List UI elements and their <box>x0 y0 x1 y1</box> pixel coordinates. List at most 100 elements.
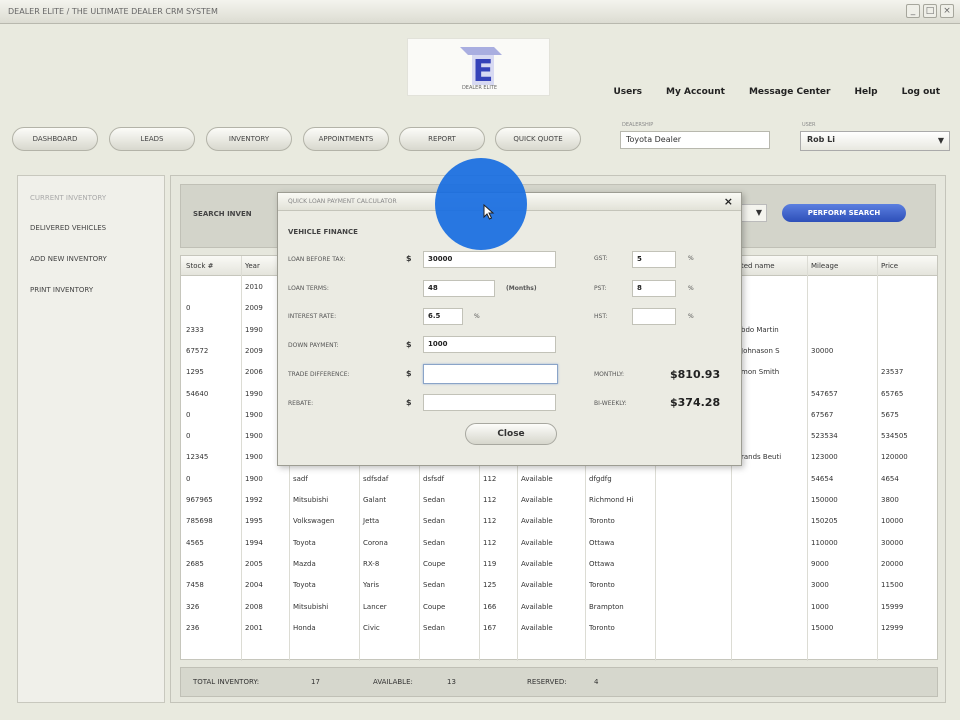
table-row[interactable]: 236 2001 Honda Civic Sedan 167 Available Toront… <box>181 624 937 638</box>
table-cell: 112 <box>483 538 497 547</box>
currency-symbol: $ <box>406 369 412 378</box>
table-cell: 2005 <box>245 559 263 568</box>
nav-quick-quote-button[interactable]: QUICK QUOTE <box>495 127 581 151</box>
loan-before-tax-label: LOAN BEFORE TAX: <box>288 256 346 263</box>
table-cell: 120000 <box>881 453 908 462</box>
nav-dashboard-button[interactable]: DASHBOARD <box>12 127 98 151</box>
table-cell: Toyota <box>293 538 316 547</box>
monthly-payment-value: $810.93 <box>670 368 721 381</box>
message-center-link[interactable]: Message Center <box>749 87 831 97</box>
help-link[interactable]: Help <box>854 87 877 97</box>
loan-before-tax-input[interactable]: 30000 <box>423 251 556 268</box>
sidebar-item-current-inventory[interactable]: CURRENT INVENTORY <box>30 194 106 202</box>
column-header[interactable]: Stock # <box>186 262 213 270</box>
hst-input[interactable] <box>632 308 676 325</box>
table-cell: 125 <box>483 581 497 590</box>
table-cell: 150000 <box>811 496 838 504</box>
users-link[interactable]: Users <box>613 87 642 97</box>
table-cell: 150205 <box>811 517 838 526</box>
title-bar: DEALER ELITE / THE ULTIMATE DEALER CRM S… <box>0 0 960 24</box>
my-account-link[interactable]: My Account <box>666 87 725 97</box>
sidebar-item-delivered-vehicles[interactable]: DELIVERED VEHICLES <box>30 224 106 232</box>
close-button[interactable]: Close <box>465 423 557 445</box>
gst-input[interactable]: 5 <box>632 251 676 268</box>
dialog-title: QUICK LOAN PAYMENT CALCULATOR <box>288 198 397 205</box>
maximize-icon[interactable]: □ <box>923 4 937 18</box>
table-cell: Toronto <box>589 517 615 526</box>
table-cell: 4654 <box>881 474 899 483</box>
table-cell: 2333 <box>186 325 204 334</box>
window-close-icon[interactable]: × <box>940 4 954 18</box>
column-header[interactable]: Year <box>245 262 260 270</box>
reserved-label: RESERVED: <box>527 678 567 686</box>
table-row[interactable]: 967965 1992 Mitsubishi Galant Sedan 112 Availa… <box>181 496 937 510</box>
minimize-icon[interactable]: _ <box>906 4 920 18</box>
dealership-field[interactable]: Toyota Dealer <box>620 131 770 149</box>
table-cell: 2001 <box>245 623 263 632</box>
trade-difference-input[interactable] <box>423 364 558 384</box>
table-cell: Mazda <box>293 559 316 568</box>
table-cell: 10000 <box>881 517 904 526</box>
table-row[interactable]: 7458 2004 Toyota Yaris Sedan 125 Available Toro… <box>181 581 937 595</box>
available-value: 13 <box>447 678 456 686</box>
table-cell: 3000 <box>811 581 829 590</box>
currency-symbol: $ <box>406 340 412 349</box>
pst-input[interactable]: 8 <box>632 280 676 297</box>
table-cell: 30000 <box>811 346 834 355</box>
table-cell: Johnason S <box>741 346 780 355</box>
table-cell: dfgdfg <box>589 474 612 483</box>
interest-rate-input[interactable]: 6.5 <box>423 308 463 325</box>
table-cell: rands Beuti <box>741 453 782 462</box>
table-cell: 9000 <box>811 559 829 568</box>
table-cell: 112 <box>483 496 497 504</box>
nav-inventory-button[interactable]: INVENTORY <box>206 127 292 151</box>
table-cell: mon Smith <box>741 368 780 377</box>
table-row[interactable]: 785698 1995 Volkswagen Jetta Sedan 112 Availab… <box>181 517 937 531</box>
logo: E DEALER ELITE <box>407 38 550 96</box>
loan-terms-input[interactable]: 48 <box>423 280 495 297</box>
logout-link[interactable]: Log out <box>902 87 940 97</box>
table-cell: 547657 <box>811 389 838 398</box>
table-cell: Available <box>521 602 553 611</box>
table-cell: 1900 <box>245 474 263 483</box>
table-cell: 2009 <box>245 346 263 355</box>
nav-leads-button[interactable]: LEADS <box>109 127 195 151</box>
table-cell: 5675 <box>881 410 899 419</box>
rebate-input[interactable] <box>423 394 556 411</box>
table-cell: 30000 <box>881 538 904 547</box>
table-cell: Ottawa <box>589 559 615 568</box>
table-cell: 112 <box>483 517 497 526</box>
interest-rate-label: INTEREST RATE: <box>288 313 337 320</box>
logo-caption: DEALER ELITE <box>461 85 498 91</box>
nav-report-button[interactable]: REPORT <box>399 127 485 151</box>
perform-search-button[interactable]: PERFORM SEARCH <box>782 204 906 222</box>
table-row[interactable]: 4565 1994 Toyota Corona Sedan 112 Available Ott… <box>181 539 937 553</box>
table-cell: RX-8 <box>363 559 380 568</box>
table-cell: 1994 <box>245 538 263 547</box>
column-header[interactable]: Mileage <box>811 262 838 270</box>
user-select[interactable]: Rob Li ▼ <box>800 131 950 151</box>
table-cell: 67567 <box>811 410 834 419</box>
table-cell: Sedan <box>423 538 445 547</box>
column-header[interactable]: ted name <box>741 262 775 270</box>
table-row[interactable]: 326 2008 Mitsubishi Lancer Coupe 166 Available… <box>181 603 937 617</box>
column-header[interactable]: Price <box>881 262 898 270</box>
sidebar-item-print-inventory[interactable]: PRINT INVENTORY <box>30 286 93 294</box>
table-row[interactable]: 2685 2005 Mazda RX-8 Coupe 119 Available Ottawa… <box>181 560 937 574</box>
down-payment-input[interactable]: 1000 <box>423 336 556 353</box>
table-row[interactable]: 0 1900 sadf sdfsdaf dsfsdf 112 Available dfgdfg… <box>181 475 937 489</box>
table-cell: 15000 <box>811 623 834 632</box>
table-cell: 0 <box>186 432 191 441</box>
close-icon[interactable]: × <box>724 195 733 208</box>
sidebar-item-add-new-inventory[interactable]: ADD NEW INVENTORY <box>30 255 107 263</box>
available-label: AVAILABLE: <box>373 678 413 686</box>
table-cell: 54654 <box>811 474 834 483</box>
table-cell: 1000 <box>811 602 829 611</box>
loan-terms-unit: (Months) <box>506 285 537 292</box>
table-cell: 12345 <box>186 453 209 462</box>
table-cell: Civic <box>363 623 380 632</box>
nav-appointments-button[interactable]: APPOINTMENTS <box>303 127 389 151</box>
table-cell: 119 <box>483 559 497 568</box>
down-payment-label: DOWN PAYMENT: <box>288 342 339 349</box>
table-cell: Available <box>521 538 553 547</box>
